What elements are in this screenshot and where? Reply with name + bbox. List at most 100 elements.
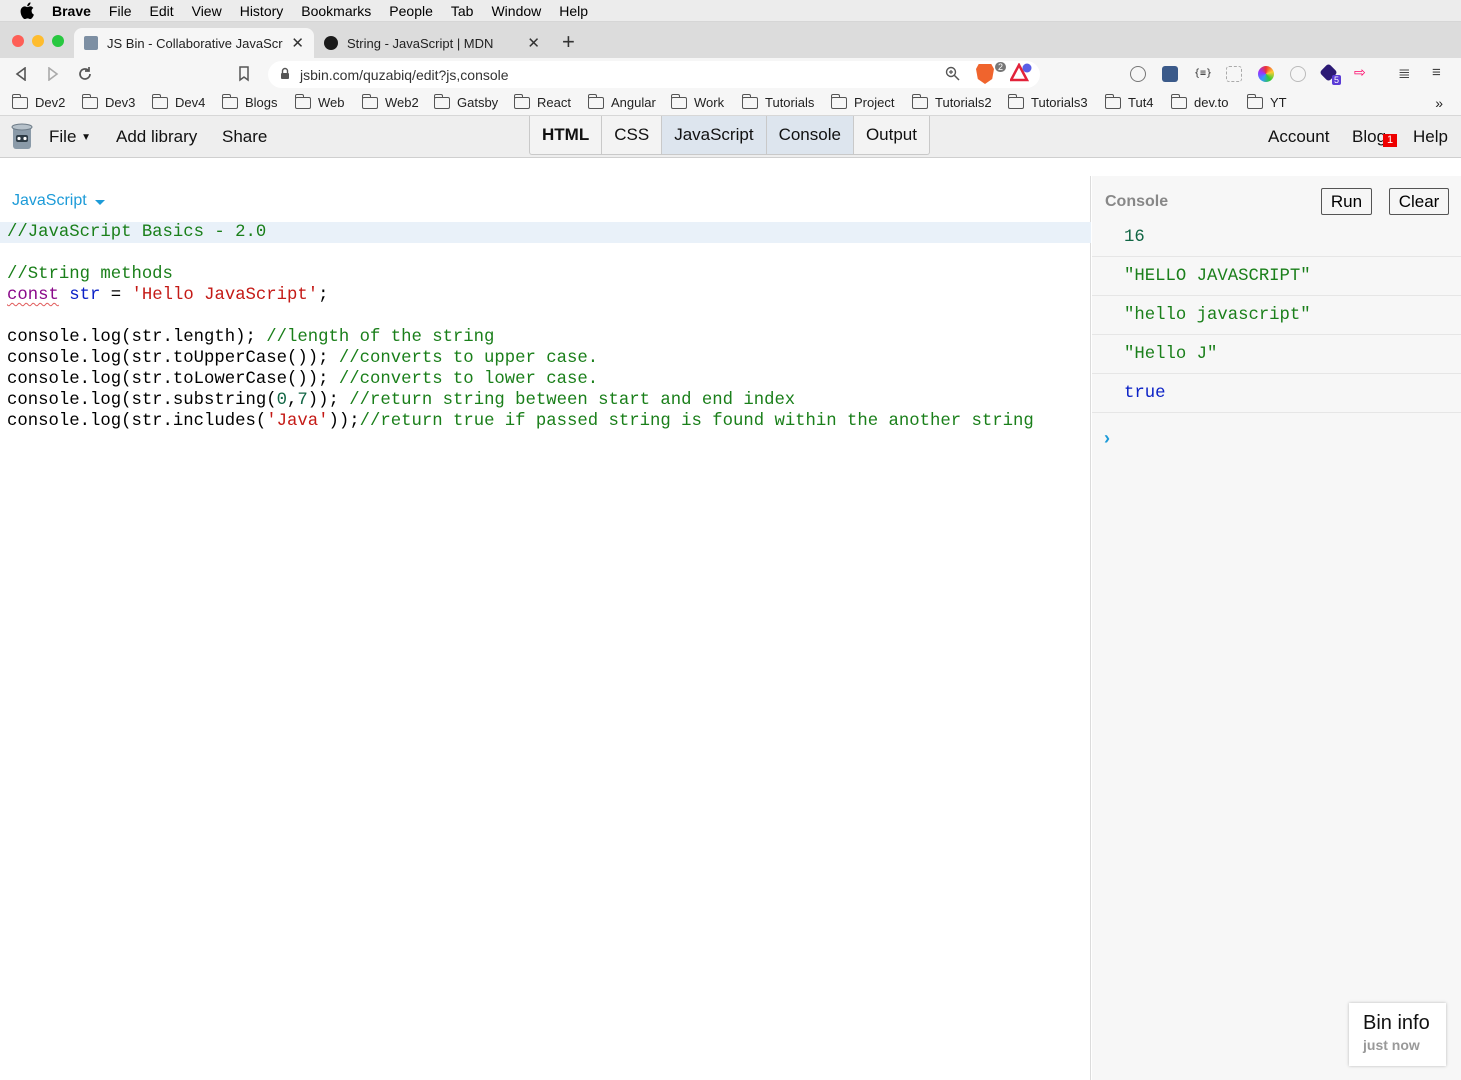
forward-icon[interactable] bbox=[44, 65, 62, 83]
brave-rewards-icon[interactable] bbox=[1008, 62, 1032, 86]
address-bar[interactable]: jsbin.com/quzabiq/edit?js,console 2 bbox=[268, 61, 1040, 88]
extension-color-icon[interactable] bbox=[1258, 66, 1274, 82]
bookmark-label: Dev4 bbox=[175, 95, 206, 110]
menu-help[interactable]: Help bbox=[559, 3, 588, 19]
bookmark-folder[interactable]: React bbox=[513, 93, 571, 110]
jsbin-favicon-icon bbox=[84, 36, 98, 50]
code-line: console.log(str.substring(0,7)); //retur… bbox=[7, 391, 796, 410]
back-icon[interactable] bbox=[12, 65, 30, 83]
bookmark-folder[interactable]: Tutorials bbox=[741, 93, 815, 110]
minimize-window-button[interactable] bbox=[32, 35, 44, 47]
bookmark-folder[interactable]: Tut4 bbox=[1104, 93, 1154, 110]
bookmark-folder[interactable]: Gatsby bbox=[433, 93, 498, 110]
folder-icon bbox=[81, 93, 98, 109]
bookmark-label: Dev3 bbox=[105, 95, 136, 110]
menu-file[interactable]: File bbox=[109, 3, 132, 19]
code-line: //JavaScript Basics - 2.0 bbox=[0, 222, 1091, 243]
code-editor[interactable]: //JavaScript Basics - 2.0 //String metho… bbox=[0, 222, 1091, 432]
console-prompt-icon[interactable]: › bbox=[1104, 428, 1110, 449]
bookmark-folder[interactable]: Tutorials3 bbox=[1007, 93, 1088, 110]
extension-badge: 5 bbox=[1332, 75, 1342, 85]
bookmark-label: Web bbox=[318, 95, 345, 110]
menu-history[interactable]: History bbox=[240, 3, 284, 19]
bookmark-folder[interactable]: Project bbox=[830, 93, 895, 110]
panel-html-button[interactable]: HTML bbox=[530, 116, 603, 154]
menu-app-brave[interactable]: Brave bbox=[52, 3, 91, 19]
bookmark-label: Tut4 bbox=[1128, 95, 1154, 110]
jsbin-logo-icon[interactable] bbox=[10, 123, 34, 151]
bookmark-folder[interactable]: dev.to bbox=[1170, 93, 1229, 110]
menu-people[interactable]: People bbox=[389, 3, 433, 19]
folder-icon bbox=[830, 93, 847, 109]
reload-icon[interactable] bbox=[76, 65, 94, 83]
extension-arrow-icon[interactable]: ⇨ bbox=[1354, 64, 1370, 80]
close-window-button[interactable] bbox=[12, 35, 24, 47]
panel-javascript-button[interactable]: JavaScript bbox=[662, 116, 767, 154]
folder-icon bbox=[513, 93, 530, 109]
panel-toggles: HTML CSS JavaScript Console Output bbox=[529, 116, 930, 155]
bookmark-folder[interactable]: Angular bbox=[587, 93, 656, 110]
extension-screen-icon[interactable] bbox=[1162, 66, 1178, 82]
console-line: true bbox=[1092, 374, 1461, 413]
file-menu[interactable]: File ▼ bbox=[49, 127, 91, 147]
zoom-window-button[interactable] bbox=[52, 35, 64, 47]
zoom-icon[interactable] bbox=[945, 66, 960, 84]
bookmark-label: React bbox=[537, 95, 571, 110]
bookmark-label: dev.to bbox=[1194, 95, 1229, 110]
code-line: const str = 'Hello JavaScript'; bbox=[7, 286, 329, 305]
folder-icon bbox=[221, 93, 238, 109]
tab-mdn[interactable]: String - JavaScript | MDN ✕ bbox=[314, 28, 550, 58]
close-tab-icon[interactable]: ✕ bbox=[291, 34, 304, 52]
extension-circle-icon[interactable] bbox=[1290, 66, 1306, 82]
bookmark-label: Tutorials bbox=[765, 95, 815, 110]
language-selector[interactable]: JavaScript bbox=[12, 192, 105, 210]
help-link[interactable]: Help bbox=[1413, 127, 1448, 147]
blog-link[interactable]: Blog bbox=[1352, 127, 1386, 147]
folder-icon bbox=[433, 93, 450, 109]
panel-css-button[interactable]: CSS bbox=[602, 116, 663, 154]
bookmark-folder[interactable]: Dev3 bbox=[81, 93, 136, 110]
extension-json-icon[interactable]: {≡} bbox=[1194, 68, 1212, 84]
bookmark-folder[interactable]: Dev4 bbox=[151, 93, 206, 110]
folder-icon bbox=[1007, 93, 1024, 109]
bookmark-folder[interactable]: Work bbox=[670, 93, 724, 110]
menu-bookmarks[interactable]: Bookmarks bbox=[301, 3, 371, 19]
bookmark-folder[interactable]: Web bbox=[294, 93, 345, 110]
bin-info-timestamp: just now bbox=[1363, 1037, 1420, 1053]
bookmark-folder[interactable]: Tutorials2 bbox=[911, 93, 992, 110]
extension-grid-icon[interactable] bbox=[1226, 66, 1242, 82]
clear-button[interactable]: Clear bbox=[1389, 188, 1449, 215]
bookmark-folder[interactable]: Blogs bbox=[221, 93, 278, 110]
account-link[interactable]: Account bbox=[1268, 127, 1329, 147]
menu-tab[interactable]: Tab bbox=[451, 3, 474, 19]
code-comment: //String methods bbox=[7, 265, 173, 284]
new-tab-icon[interactable]: + bbox=[562, 29, 575, 55]
run-button[interactable]: Run bbox=[1321, 188, 1372, 215]
menu-edit[interactable]: Edit bbox=[149, 3, 173, 19]
apple-icon[interactable] bbox=[18, 2, 36, 20]
browser-toolbar: jsbin.com/quzabiq/edit?js,console 2 {≡} … bbox=[0, 58, 1461, 91]
menu-view[interactable]: View bbox=[192, 3, 222, 19]
brave-shields-icon[interactable] bbox=[976, 64, 994, 84]
bookmark-label: Project bbox=[854, 95, 895, 110]
panel-console-button[interactable]: Console bbox=[766, 116, 854, 154]
share-button[interactable]: Share bbox=[222, 127, 267, 147]
panel-output-button[interactable]: Output bbox=[854, 116, 929, 154]
tab-title: JS Bin - Collaborative JavaScript Debugg… bbox=[107, 35, 283, 51]
menu-icon[interactable]: ≡ bbox=[1432, 64, 1448, 81]
menu-window[interactable]: Window bbox=[491, 3, 541, 19]
add-library-button[interactable]: Add library bbox=[116, 127, 197, 147]
bookmark-folder[interactable]: Web2 bbox=[361, 93, 419, 110]
close-tab-icon[interactable]: ✕ bbox=[527, 34, 540, 52]
tab-jsbin[interactable]: JS Bin - Collaborative JavaScript Debugg… bbox=[74, 28, 314, 58]
bin-info-panel[interactable]: Bin info just now bbox=[1349, 1003, 1446, 1066]
bookmark-folder[interactable]: Dev2 bbox=[11, 93, 65, 110]
folder-icon bbox=[741, 93, 758, 109]
extension-h-icon[interactable] bbox=[1130, 66, 1146, 82]
bookmark-folder[interactable]: YT bbox=[1246, 93, 1287, 110]
folder-icon bbox=[670, 93, 687, 109]
more-bookmarks-icon[interactable]: » bbox=[1435, 95, 1443, 111]
playlist-icon[interactable]: ≣ bbox=[1398, 64, 1414, 82]
bookmark-icon[interactable] bbox=[235, 65, 253, 83]
